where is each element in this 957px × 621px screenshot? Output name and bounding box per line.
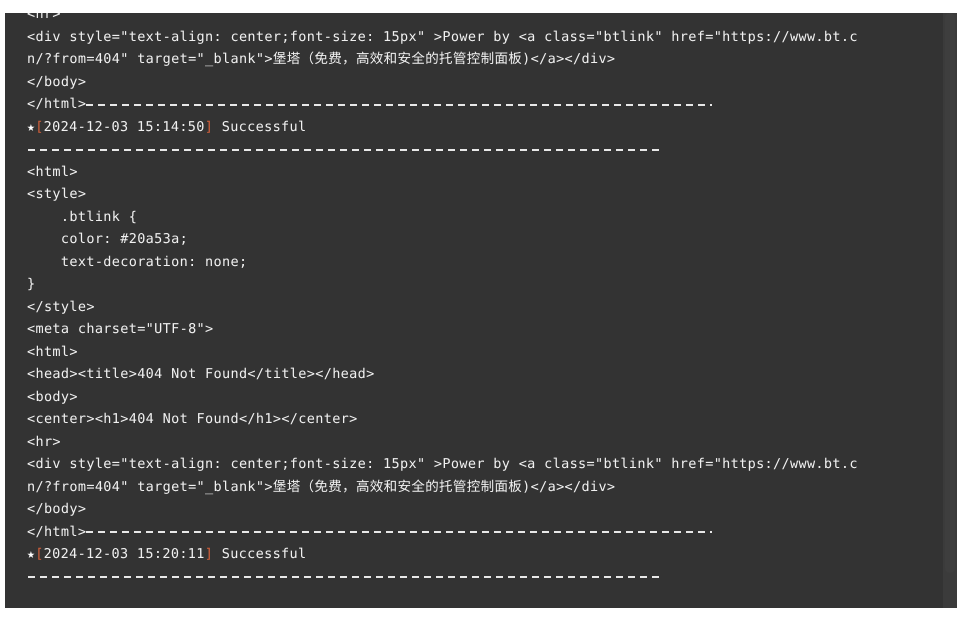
log-code-text: <div style="text-align: center;font-size… bbox=[27, 28, 858, 45]
log-code-text: n/?from=404" target="_blank">堡塔（免费，高效和安全… bbox=[27, 51, 616, 67]
log-code-line: <html> bbox=[27, 161, 935, 184]
log-code-text: <center><h1>404 Not Found</h1></center> bbox=[27, 411, 358, 427]
log-code-line: </style> bbox=[27, 296, 935, 319]
timestamp-open-bracket: [ bbox=[35, 546, 44, 562]
dashed-rule bbox=[28, 570, 662, 584]
log-code-line: <hr> bbox=[27, 13, 935, 26]
dashed-rule bbox=[28, 142, 662, 156]
log-code-line: n/?from=404" target="_blank">堡塔（免费，高效和安全… bbox=[27, 48, 935, 71]
log-code-text: <meta charset="UTF-8"> bbox=[27, 321, 214, 337]
log-code-text: <head><title>404 Not Found</title></head… bbox=[27, 366, 375, 382]
log-timestamp: 2024-12-03 15:14:50 bbox=[43, 118, 205, 135]
log-code-line: <div style="text-align: center;font-size… bbox=[27, 453, 935, 476]
log-code-text: } bbox=[27, 276, 36, 292]
screenshot-root: <hr> <div style="text-align: center;font-… bbox=[0, 0, 957, 621]
timestamp-close-bracket: ] bbox=[204, 118, 214, 135]
log-scrollbar-thumb[interactable] bbox=[945, 13, 955, 573]
log-code-text: </body> bbox=[27, 501, 87, 517]
log-code-text: </body> bbox=[27, 73, 87, 90]
log-code-text: <body> bbox=[27, 388, 78, 405]
log-code-line: <body> bbox=[27, 386, 935, 409]
log-scrollbar[interactable] bbox=[943, 13, 957, 608]
log-code-line: n/?from=404" target="_blank">堡塔（免费，高效和安全… bbox=[27, 476, 935, 499]
log-code-text: </style> bbox=[27, 298, 95, 315]
star-icon: ★ bbox=[27, 119, 36, 135]
dashed-rule bbox=[86, 97, 713, 111]
log-code-line: <center><h1>404 Not Found</h1></center> bbox=[27, 408, 935, 431]
log-code-line: </body> bbox=[27, 498, 935, 521]
log-code-line: color: #20a53a; bbox=[27, 228, 935, 251]
log-code-line: } bbox=[27, 273, 935, 296]
log-code-line: <style> bbox=[27, 183, 935, 206]
log-code-line: </html> bbox=[27, 93, 935, 116]
log-status-line: ★[2024-12-03 15:20:11] Successful bbox=[27, 543, 935, 566]
log-separator-line bbox=[27, 566, 935, 589]
log-code-line: <meta charset="UTF-8"> bbox=[27, 318, 935, 341]
timestamp-close-bracket: ] bbox=[204, 546, 214, 562]
log-code-text: .btlink { bbox=[27, 208, 138, 225]
log-code-text: </html> bbox=[27, 523, 87, 540]
log-code-line: </body> bbox=[27, 71, 935, 94]
dashed-rule bbox=[86, 525, 713, 539]
log-status-text: Successful bbox=[221, 546, 307, 562]
star-icon: ★ bbox=[27, 547, 36, 562]
log-code-text: <hr> bbox=[27, 13, 61, 22]
log-code-text: n/?from=404" target="_blank">堡塔（免费，高效和安全… bbox=[27, 478, 616, 495]
log-code-text: </html> bbox=[27, 96, 87, 112]
log-content: <hr> <div style="text-align: center;font-… bbox=[5, 13, 935, 588]
log-code-line: <div style="text-align: center;font-size… bbox=[27, 26, 935, 49]
log-code-text: <html> bbox=[27, 163, 78, 180]
log-code-line: .btlink { bbox=[27, 206, 935, 229]
log-code-text: <style> bbox=[27, 186, 87, 202]
log-separator-line bbox=[27, 138, 935, 161]
timestamp-open-bracket: [ bbox=[35, 118, 44, 135]
log-code-text: <hr> bbox=[27, 433, 61, 450]
log-console-panel[interactable]: <hr> <div style="text-align: center;font-… bbox=[5, 13, 957, 608]
log-code-line: <html> bbox=[27, 341, 935, 364]
log-code-text: <div style="text-align: center;font-size… bbox=[27, 456, 858, 472]
log-code-line: <head><title>404 Not Found</title></head… bbox=[27, 363, 935, 386]
log-status-text: Successful bbox=[221, 118, 307, 135]
log-timestamp: 2024-12-03 15:20:11 bbox=[43, 546, 205, 562]
log-code-line: text-decoration: none; bbox=[27, 251, 935, 274]
log-code-line: <hr> bbox=[27, 431, 935, 454]
log-code-text: color: #20a53a; bbox=[27, 231, 189, 247]
log-code-text: <html> bbox=[27, 343, 78, 360]
log-status-line: ★[2024-12-03 15:14:50] Successful bbox=[27, 116, 935, 139]
log-code-line: </html> bbox=[27, 521, 935, 544]
log-code-text: text-decoration: none; bbox=[27, 253, 248, 270]
